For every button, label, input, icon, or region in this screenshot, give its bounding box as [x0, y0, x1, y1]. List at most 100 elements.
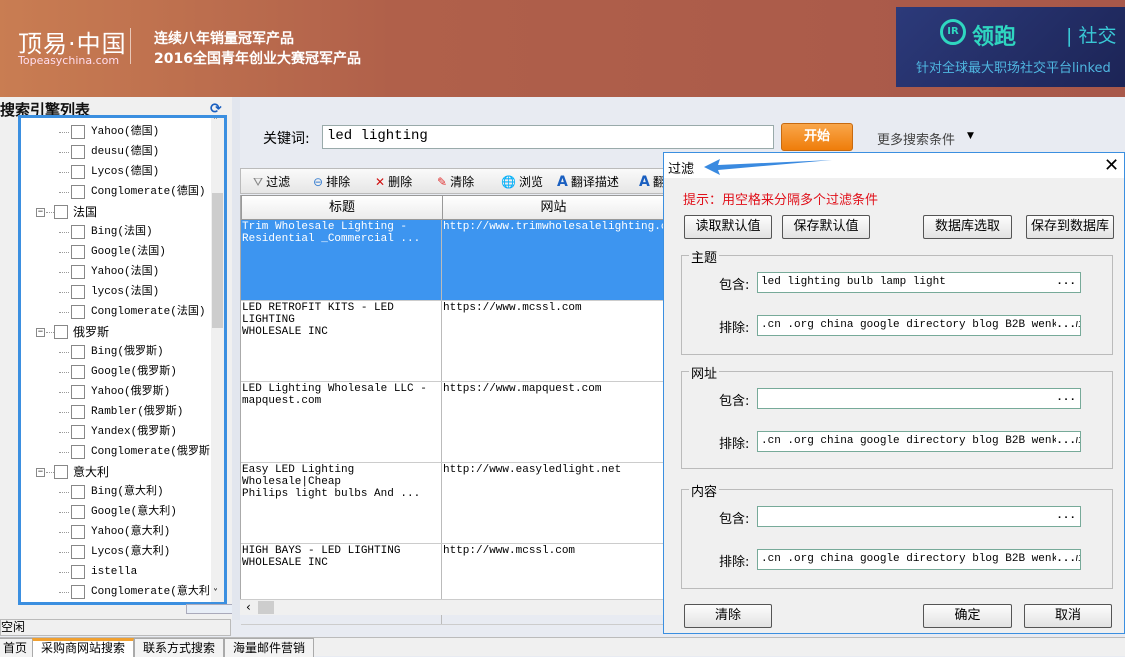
ad-subtitle: 针对全球最大职场社交平台linked [916, 61, 1111, 76]
tree-label: Lycos(德国) [91, 166, 160, 178]
scroll-up-icon[interactable]: ˄ [213, 118, 218, 127]
ad-brand-suffix: | 社交 [1066, 25, 1117, 47]
brand-icon: IR [940, 19, 966, 45]
ellipsis-button[interactable]: ... [1056, 273, 1076, 292]
checkbox[interactable] [71, 505, 85, 519]
checkbox[interactable] [71, 145, 85, 159]
horizontal-scrollbar[interactable]: ‹ [240, 599, 664, 615]
delete-button[interactable]: ✕ 删除 [375, 173, 412, 190]
clear-button[interactable]: 清除 [684, 604, 772, 628]
checkbox[interactable] [71, 405, 85, 419]
engine-tree[interactable]: Yahoo(德国) deusu(德国) Lycos(德国) Conglomerate(… [18, 115, 227, 605]
eraser-icon: ✎ [437, 175, 448, 189]
start-button[interactable]: 开始 [781, 123, 853, 151]
table-row[interactable]: Easy LED Lighting Wholesale|Cheap Philip… [241, 463, 665, 544]
table-row[interactable]: LED Lighting Wholesale LLC - mapquest.co… [241, 382, 665, 463]
checkbox[interactable] [71, 525, 85, 539]
filter-button[interactable]: ⛛ 过滤 [253, 173, 290, 190]
ellipsis-button[interactable]: ... [1056, 550, 1076, 569]
translate-button[interactable]: A翻 [639, 173, 665, 190]
ellipsis-button[interactable]: ... [1056, 316, 1076, 335]
filter-group: 主题 包含: led lighting bulb lamp light... 排… [681, 247, 1113, 355]
exclude-input[interactable]: .cn .org china google directory blog B2B… [757, 315, 1081, 336]
checkbox[interactable] [71, 445, 85, 459]
checkbox[interactable] [71, 285, 85, 299]
tab-mass-email[interactable]: 海量邮件营销 [224, 638, 315, 657]
save-to-db-button[interactable]: 保存到数据库 [1026, 215, 1114, 239]
scroll-down-icon[interactable]: ˅ [213, 588, 218, 599]
checkbox[interactable] [71, 365, 85, 379]
column-header-title[interactable]: 标题 [241, 195, 443, 220]
tab-contact-search[interactable]: 联系方式搜索 [134, 638, 225, 657]
cancel-button[interactable]: 取消 [1024, 604, 1112, 628]
more-conditions-link[interactable]: 更多搜索条件 [877, 129, 955, 148]
include-input[interactable]: ... [757, 506, 1081, 527]
db-select-button[interactable]: 数据库选取 [923, 215, 1012, 239]
funnel-icon: ⛛ [253, 175, 264, 189]
collapse-icon[interactable]: − [36, 468, 45, 477]
checkbox[interactable] [54, 325, 68, 339]
group-title: 主题 [689, 247, 720, 266]
checkbox[interactable] [71, 125, 85, 139]
collapse-icon[interactable]: − [36, 328, 45, 337]
cell-site: http://www.easyledlight.net [443, 464, 622, 476]
exclude-button[interactable]: ⊖ 排除 [313, 173, 350, 190]
keyword-input[interactable]: led lighting [322, 125, 774, 149]
column-header-site[interactable]: 网站 [442, 195, 665, 220]
tree-scrollbar[interactable]: ˄ ˅ [211, 118, 224, 602]
tree-label: Yahoo(意大利) [91, 526, 171, 538]
clear-label: 清除 [450, 175, 475, 189]
scroll-thumb[interactable] [212, 193, 223, 328]
checkbox[interactable] [71, 345, 85, 359]
ad-banner[interactable]: IR 领跑 | 社交 针对全球最大职场社交平台linked [896, 7, 1125, 87]
checkbox[interactable] [71, 565, 85, 579]
bottom-tabs: 首页 采购商网站搜索 联系方式搜索 海量邮件营销 [0, 637, 1125, 657]
table-row[interactable]: Trim Wholesale Lighting - Residential _C… [241, 220, 665, 301]
include-input[interactable]: led lighting bulb lamp light... [757, 272, 1081, 293]
checkbox[interactable] [71, 265, 85, 279]
checkbox[interactable] [71, 245, 85, 259]
scroll-thumb[interactable] [258, 601, 274, 614]
checkbox[interactable] [54, 465, 68, 479]
checkbox[interactable] [71, 305, 85, 319]
close-icon[interactable]: ✕ [1104, 155, 1119, 176]
exclude-input[interactable]: .cn .org china google directory blog B2B… [757, 549, 1081, 570]
tree-label: Google(法国) [91, 246, 166, 258]
tree-label: Rambler(俄罗斯) [91, 406, 184, 418]
result-toolbar: ⛛ 过滤 ⊖ 排除 ✕ 删除 ✎ 清除 🌐 浏览 A 翻译描述 A翻 [240, 168, 665, 194]
checkbox[interactable] [71, 485, 85, 499]
delete-label: 删除 [388, 175, 413, 189]
panel-splitter[interactable] [232, 97, 240, 620]
include-input[interactable]: ... [757, 388, 1081, 409]
checkbox[interactable] [71, 225, 85, 239]
cell-site: https://www.mapquest.com [443, 383, 602, 395]
ellipsis-button[interactable]: ... [1056, 507, 1076, 526]
dropdown-arrow-icon[interactable]: ▼ [967, 131, 974, 141]
ok-button[interactable]: 确定 [923, 604, 1012, 628]
save-default-button[interactable]: 保存默认值 [782, 215, 870, 239]
ellipsis-button[interactable]: ... [1056, 389, 1076, 408]
checkbox[interactable] [71, 185, 85, 199]
clear-button[interactable]: ✎ 清除 [437, 173, 474, 190]
table-row[interactable]: LED RETROFIT KITS - LED LIGHTING WHOLESA… [241, 301, 665, 382]
checkbox[interactable] [71, 585, 85, 599]
scroll-left-icon[interactable]: ‹ [246, 600, 251, 614]
checkbox[interactable] [54, 205, 68, 219]
browse-button[interactable]: 🌐 浏览 [501, 173, 543, 190]
checkbox[interactable] [71, 165, 85, 179]
tree-label: lycos(法国) [91, 286, 160, 298]
dialog-titlebar[interactable]: 过滤 ✕ [664, 153, 1124, 178]
checkbox[interactable] [71, 545, 85, 559]
header-banner: 顶易·中国 Topeasychina.com 连续八年销量冠军产品 2016全国… [0, 0, 1125, 97]
exclude-input[interactable]: .cn .org china google directory blog B2B… [757, 431, 1081, 452]
translate-desc-button[interactable]: A 翻译描述 [557, 173, 619, 190]
collapse-icon[interactable]: − [36, 208, 45, 217]
read-default-button[interactable]: 读取默认值 [684, 215, 772, 239]
tab-home[interactable]: 首页 [0, 638, 37, 657]
include-label: 包含: [719, 278, 750, 293]
tab-buyer-site-search[interactable]: 采购商网站搜索 [32, 638, 135, 657]
ellipsis-button[interactable]: ... [1056, 432, 1076, 451]
checkbox[interactable] [71, 385, 85, 399]
checkbox[interactable] [71, 425, 85, 439]
cell-title: LED RETROFIT KITS - LED LIGHTING WHOLESA… [241, 301, 442, 381]
